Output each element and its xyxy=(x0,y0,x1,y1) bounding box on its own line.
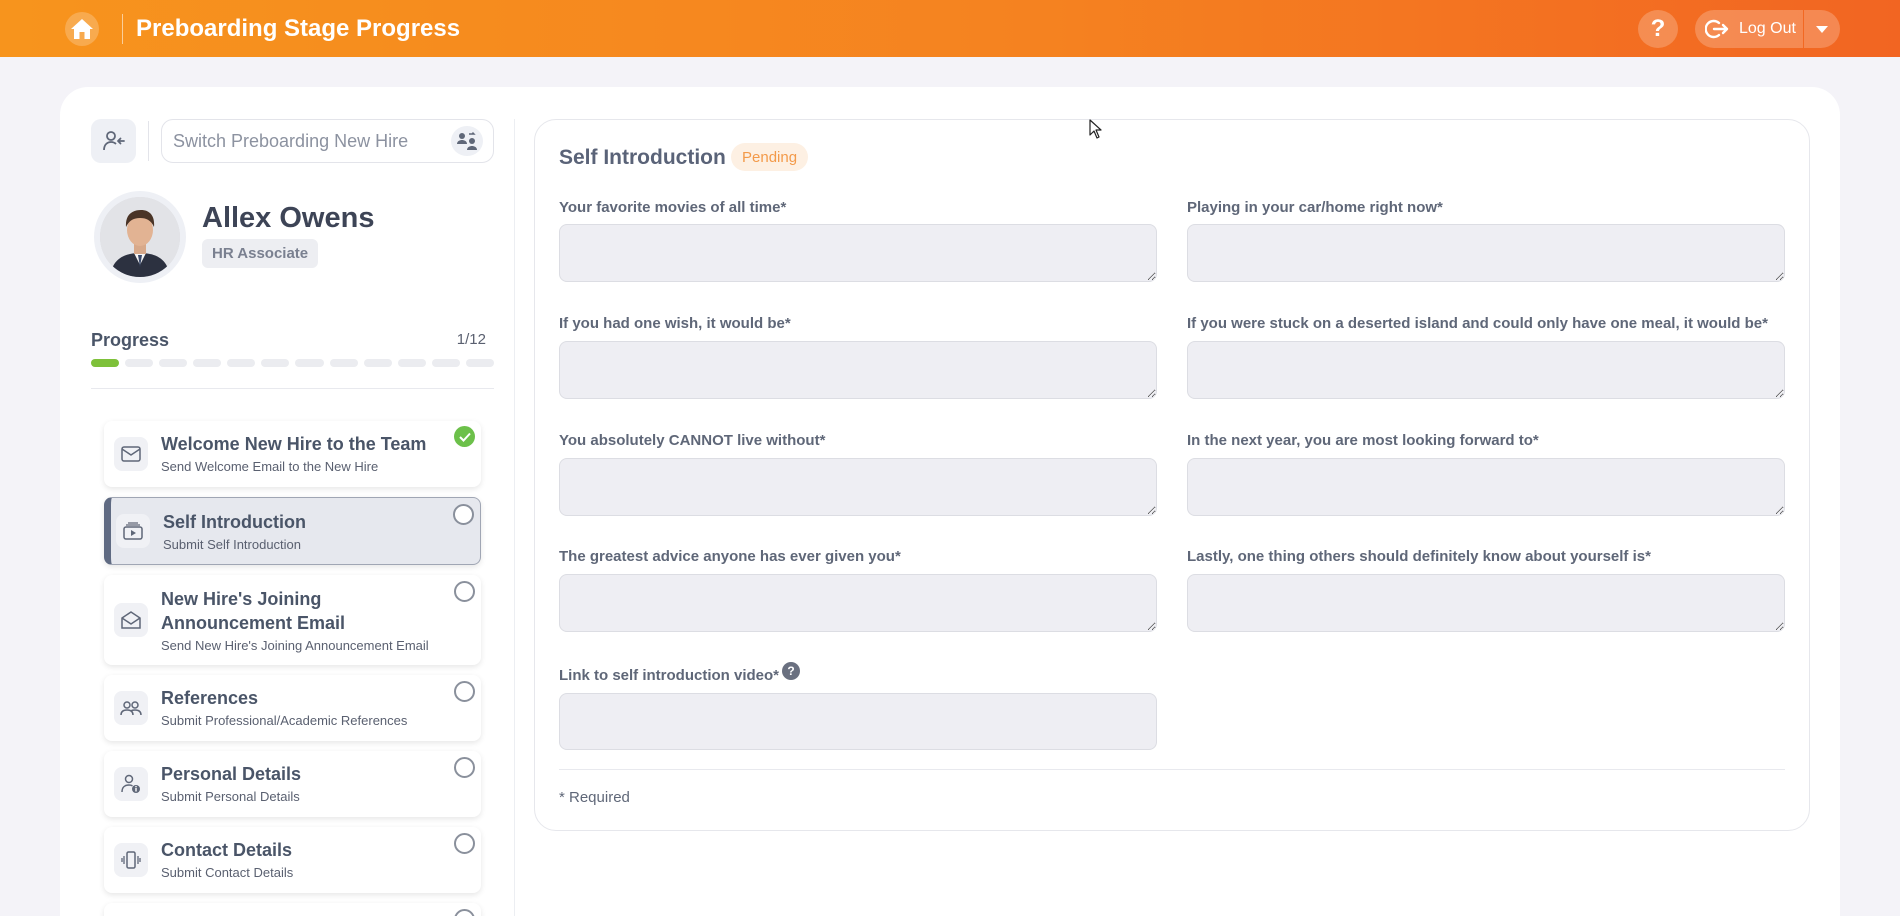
playing-now-field[interactable] xyxy=(1187,224,1785,282)
progress-segment xyxy=(125,359,154,367)
field-label-movies: Your favorite movies of all time* xyxy=(559,199,787,216)
panel-divider xyxy=(514,119,515,916)
movies-field[interactable] xyxy=(559,224,1157,282)
video-stack-icon xyxy=(116,514,150,548)
required-note: * Required xyxy=(559,789,630,806)
field-label-next-year: In the next year, you are most looking f… xyxy=(1187,432,1539,449)
step-title: Self Introduction xyxy=(163,512,306,532)
step-title: New Hire's Joining Announcement Email xyxy=(161,589,346,633)
status-radio xyxy=(453,504,474,525)
logout-icon xyxy=(1705,19,1729,39)
progress-segment xyxy=(397,359,426,367)
step-next-partial[interactable] xyxy=(104,903,481,916)
switch-new-hire-input[interactable] xyxy=(161,119,494,163)
step-joining-announcement[interactable]: New Hire's Joining Announcement Email Se… xyxy=(104,575,481,665)
progress-count: 1/12 xyxy=(456,331,486,348)
field-label-lastly: Lastly, one thing others should definite… xyxy=(1187,548,1651,565)
status-badge: Pending xyxy=(731,143,809,171)
step-self-introduction[interactable]: Self Introduction Submit Self Introducti… xyxy=(104,497,481,565)
status-radio xyxy=(454,681,475,702)
greatest-advice-field[interactable] xyxy=(559,574,1157,632)
field-label-wish: If you had one wish, it would be* xyxy=(559,315,791,332)
question-mark-icon: ? xyxy=(1650,15,1666,42)
logout-button[interactable]: Log Out xyxy=(1695,10,1803,48)
check-icon xyxy=(454,426,475,447)
progress-segment xyxy=(363,359,392,367)
user-switch-icon xyxy=(102,131,125,151)
account-dropdown-button[interactable] xyxy=(1804,10,1840,48)
phone-vibrate-icon xyxy=(114,843,148,877)
progress-segment xyxy=(295,359,324,367)
step-title: References xyxy=(161,688,259,708)
progress-segment xyxy=(329,359,358,367)
switch-user-button[interactable] xyxy=(91,119,136,163)
step-title: Welcome New Hire to the Team xyxy=(161,434,427,454)
home-button[interactable] xyxy=(65,12,99,46)
page-title: Preboarding Stage Progress xyxy=(136,15,461,42)
field-label-playing: Playing in your car/home right now* xyxy=(1187,199,1443,216)
progress-bar xyxy=(91,359,494,367)
form-title: Self Introduction xyxy=(559,146,726,169)
people-swap-button[interactable] xyxy=(451,126,483,156)
mouse-cursor-icon xyxy=(1089,119,1102,139)
avatar-frame xyxy=(94,191,186,283)
status-radio xyxy=(454,833,475,854)
status-radio xyxy=(454,909,475,916)
user-role-badge: HR Associate xyxy=(202,239,319,268)
switcher-divider xyxy=(148,121,149,161)
step-subtitle: Submit Professional/Academic References xyxy=(161,713,408,728)
progress-segment xyxy=(261,359,290,367)
progress-segment xyxy=(465,359,494,367)
progress-label: Progress xyxy=(91,330,170,350)
field-label-cannot-live: You absolutely CANNOT live without* xyxy=(559,432,826,449)
step-title: Contact Details xyxy=(161,840,293,860)
form-divider xyxy=(559,769,1785,770)
next-year-field[interactable] xyxy=(1187,458,1785,516)
progress-segment xyxy=(193,359,222,367)
help-tooltip-icon[interactable]: ? xyxy=(782,662,800,680)
cannot-live-without-field[interactable] xyxy=(559,458,1157,516)
island-meal-field[interactable] xyxy=(1187,341,1785,399)
mail-icon xyxy=(114,437,148,471)
avatar xyxy=(100,197,180,277)
status-radio xyxy=(454,757,475,778)
progress-segment xyxy=(91,359,120,367)
video-link-input[interactable] xyxy=(559,693,1157,750)
step-subtitle: Submit Personal Details xyxy=(161,789,300,804)
people-icon xyxy=(114,691,148,725)
field-label-video-link: Link to self introduction video* xyxy=(559,667,780,684)
step-subtitle: Send New Hire's Joining Announcement Ema… xyxy=(161,638,429,653)
step-contact-details[interactable]: Contact Details Submit Contact Details xyxy=(104,827,481,893)
progress-segment xyxy=(227,359,256,367)
home-icon xyxy=(71,19,93,39)
progress-segment xyxy=(431,359,460,367)
open-envelope-icon xyxy=(114,603,148,637)
status-radio xyxy=(454,581,475,602)
step-title: Personal Details xyxy=(161,764,302,784)
user-name: Allex Owens xyxy=(202,202,375,234)
header-divider xyxy=(122,14,123,44)
people-swap-icon xyxy=(457,132,477,150)
step-subtitle: Submit Self Introduction xyxy=(163,537,302,552)
step-references[interactable]: References Submit Professional/Academic … xyxy=(104,675,481,741)
field-label-advice: The greatest advice anyone has ever give… xyxy=(559,548,901,565)
step-welcome-new-hire[interactable]: Welcome New Hire to the Team Send Welcom… xyxy=(104,421,481,487)
field-label-island: If you were stuck on a deserted island a… xyxy=(1187,315,1768,332)
one-wish-field[interactable] xyxy=(559,341,1157,399)
profile-photo-icon xyxy=(100,197,180,277)
top-header-bar: Preboarding Stage Progress ? Log Out xyxy=(0,0,1900,57)
lastly-field[interactable] xyxy=(1187,574,1785,632)
step-personal-details[interactable]: Personal Details Submit Personal Details xyxy=(104,751,481,817)
person-info-icon xyxy=(114,767,148,801)
progress-segment xyxy=(159,359,188,367)
logout-label: Log Out xyxy=(1739,20,1796,37)
left-divider xyxy=(91,388,494,389)
step-subtitle: Submit Contact Details xyxy=(161,865,294,880)
help-button[interactable]: ? xyxy=(1638,10,1678,48)
step-subtitle: Send Welcome Email to the New Hire xyxy=(161,459,379,474)
